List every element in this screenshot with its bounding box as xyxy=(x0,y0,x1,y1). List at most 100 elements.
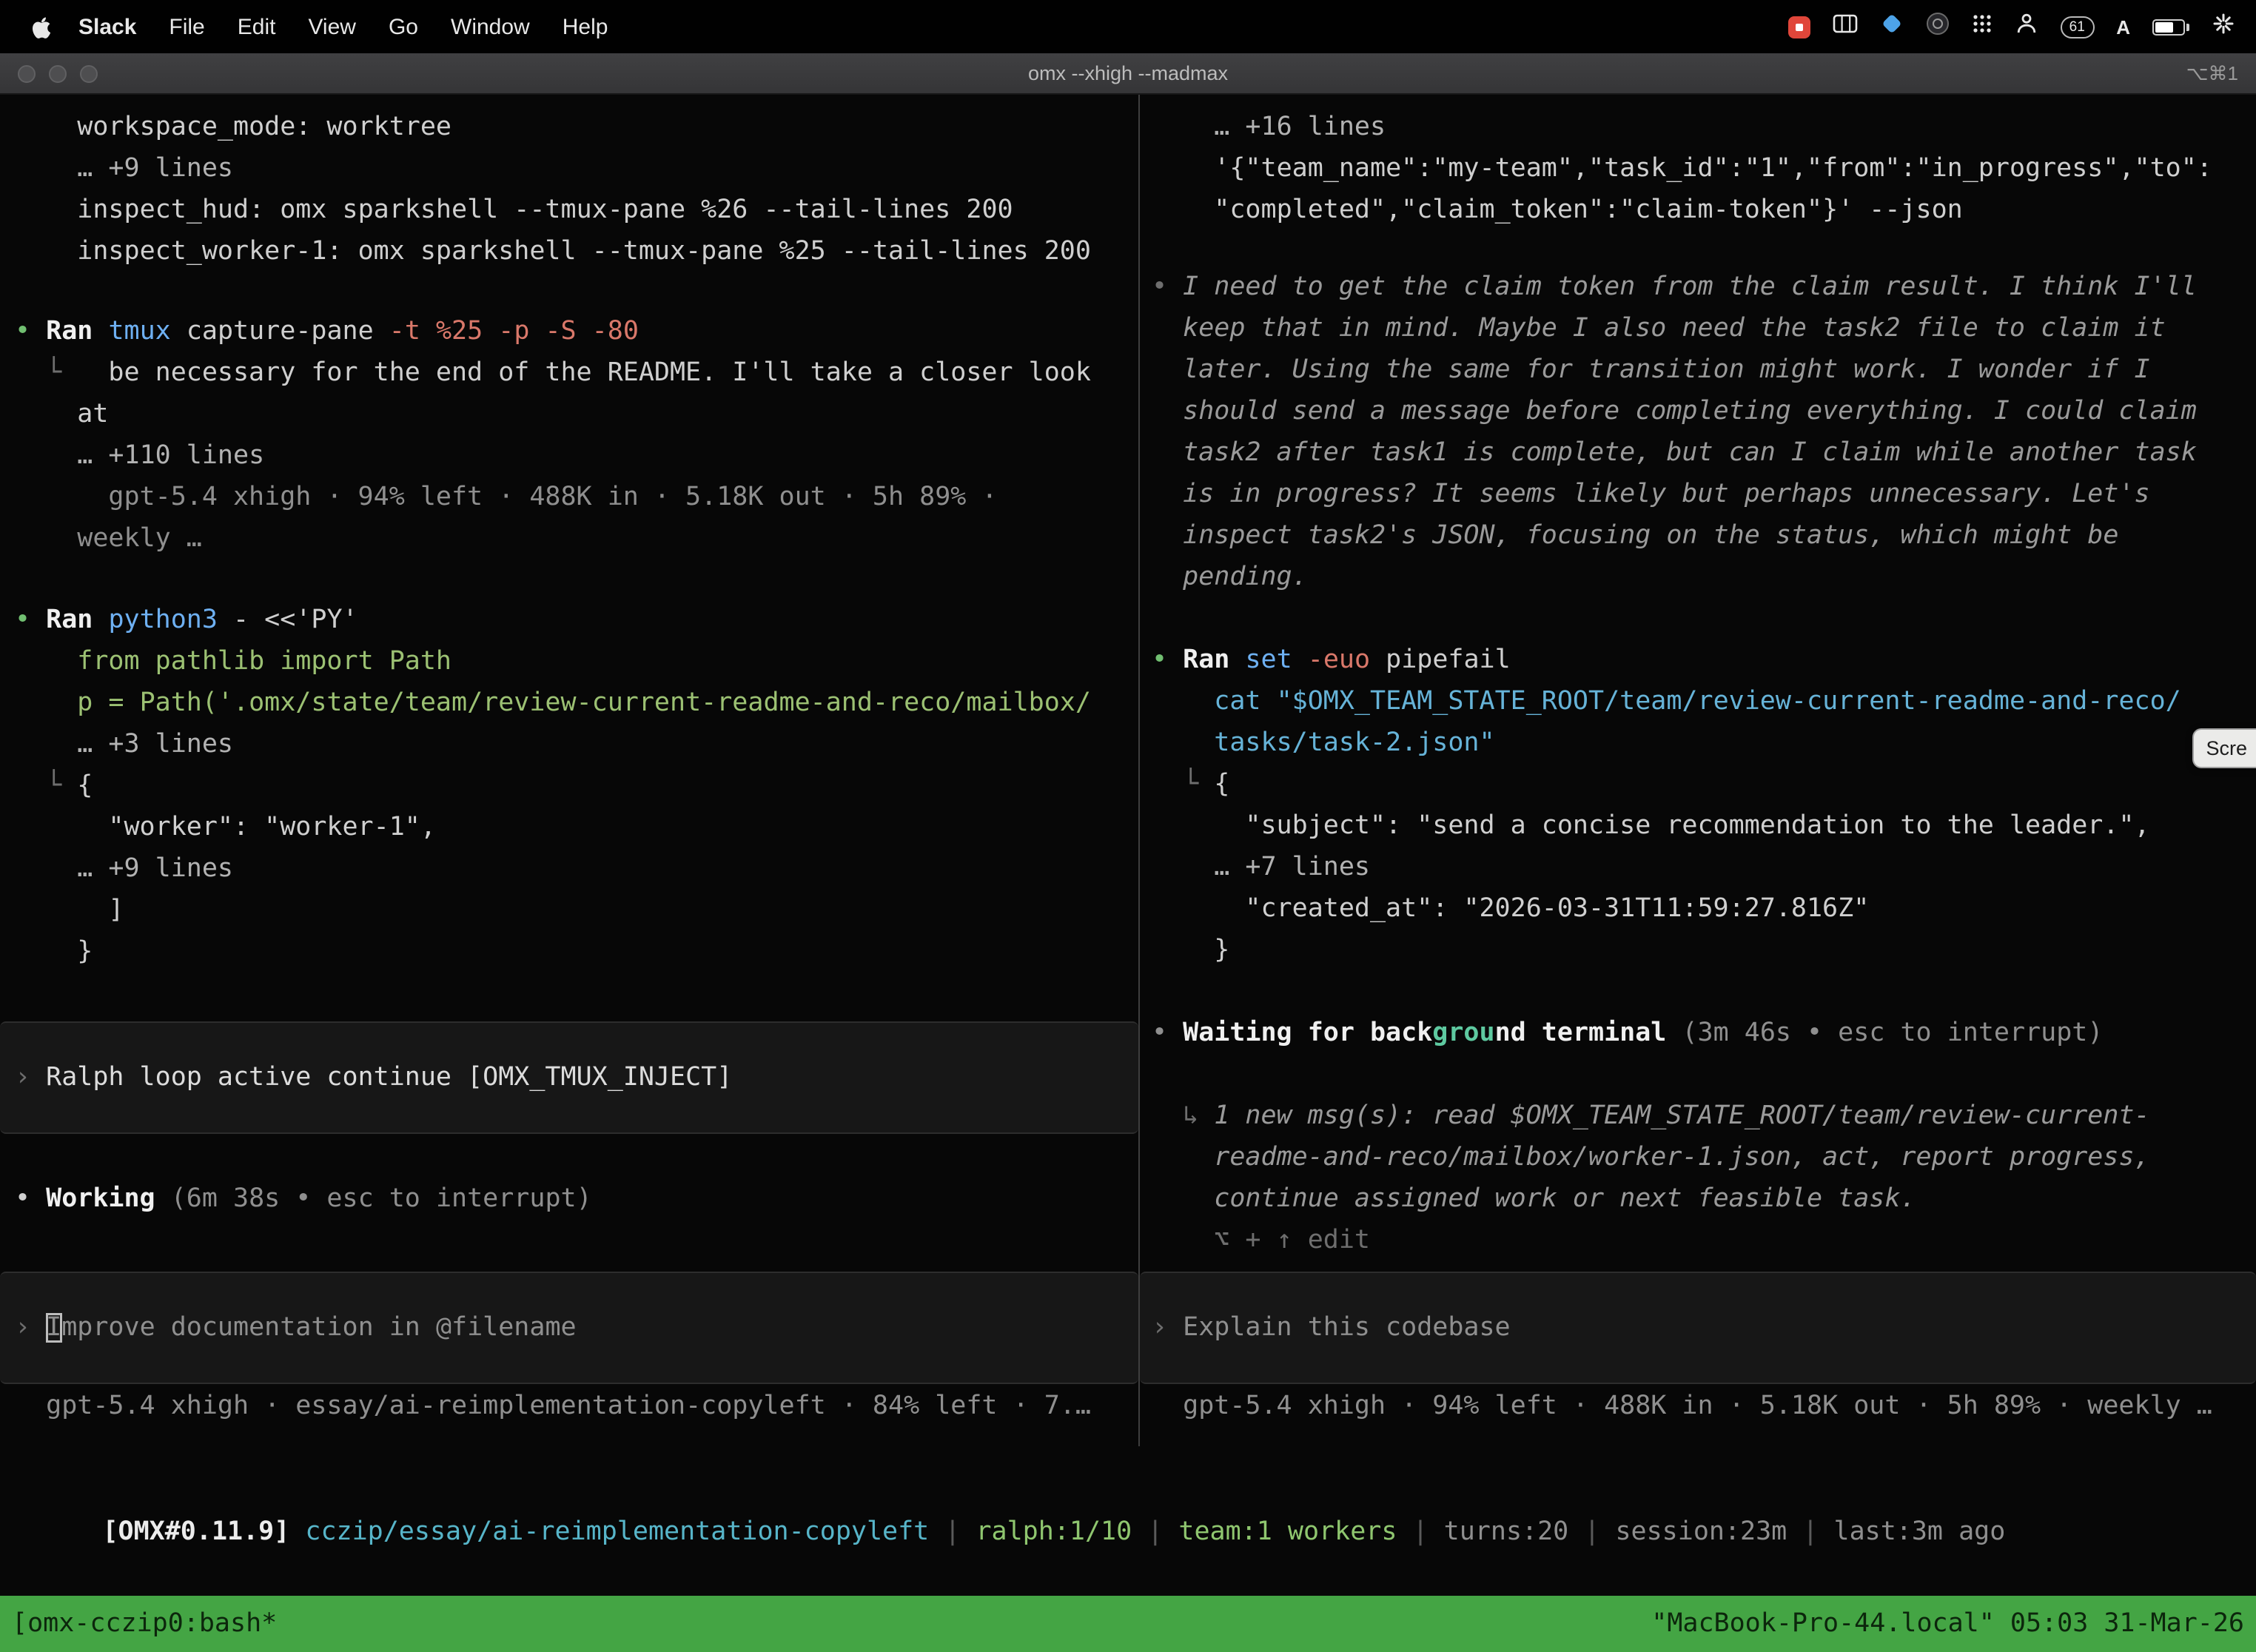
omx-session-time: session:23m xyxy=(1615,1517,1787,1547)
terminal-line: is in progress? It seems likely but perh… xyxy=(1152,474,2253,515)
edit-hint: ⌥ + ↑ edit xyxy=(1214,1226,1370,1255)
output-line: ] xyxy=(108,896,124,925)
terminal-line: inspect_worker-1: omx sparkshell --tmux-… xyxy=(15,231,1135,272)
terminal-line: keep that in mind. Maybe I also need the… xyxy=(1152,308,2253,349)
output-line: { xyxy=(1214,770,1229,799)
terminal-line: … +3 lines xyxy=(15,724,1135,765)
menu-edit[interactable]: Edit xyxy=(221,14,292,39)
working-detail: (6m 38s • esc to interrupt) xyxy=(171,1184,592,1214)
prompt-chevron-icon: › xyxy=(1152,1313,1183,1343)
ghost-suggestion-text: Explain this codebase xyxy=(1183,1313,1511,1343)
collapsed-lines-indicator: … +7 lines xyxy=(1214,853,1370,882)
bullet-icon: • xyxy=(15,311,46,352)
mailbox-note-line: readme-and-reco/mailbox/worker-1.json, a… xyxy=(1214,1143,2149,1172)
apple-menu-icon[interactable] xyxy=(24,14,62,39)
blue-app-icon[interactable] xyxy=(1879,12,1903,41)
terminal-line: gpt-5.4 xhigh · essay/ai-reimplementatio… xyxy=(15,1386,1135,1427)
code-line: cat "$OMX_TEAM_STATE_ROOT/team/review-cu… xyxy=(1214,687,2181,716)
terminal-line: weekly … xyxy=(15,518,1135,560)
menu-view[interactable]: View xyxy=(292,14,372,39)
prompt-chevron-icon: › xyxy=(15,1313,46,1343)
accessibility-person-icon[interactable] xyxy=(2014,12,2038,41)
prompt-input-left[interactable]: ›Improve documentation in @filename xyxy=(0,1272,1138,1384)
terminal-line: should send a message before completing … xyxy=(1152,391,2253,432)
thinking-block: •I need to get the claim token from the … xyxy=(1152,266,2253,598)
terminal-line: •Waiting for background terminal (3m 46s… xyxy=(1152,1013,2253,1054)
code-line: tasks/task-2.json" xyxy=(1214,728,1494,758)
terminal-line: "completed","claim_token":"claim-token"}… xyxy=(1152,189,2253,231)
app-grid-icon[interactable] xyxy=(1971,13,1992,40)
terminal-line: continue assigned work or next feasible … xyxy=(1152,1178,2253,1220)
terminal-line: at xyxy=(15,394,1135,435)
ran-tmux-capture-block: •Ran tmux capture-pane -t %25 -p -S -80 … xyxy=(15,311,1135,560)
prompt-chevron-icon: › xyxy=(15,1063,46,1092)
command-args: capture-pane xyxy=(187,317,389,346)
mailbox-note-line: continue assigned work or next feasible … xyxy=(1214,1184,1916,1214)
terminal-line: … +9 lines xyxy=(15,848,1135,890)
command-name: set xyxy=(1245,645,1307,675)
code-line: p = Path('.omx/state/team/review-current… xyxy=(77,688,1091,718)
menu-bar: Slack File Edit View Go Window Help xyxy=(0,0,2256,53)
ralph-inject-banner[interactable]: ›Ralph loop active continue [OMX_TMUX_IN… xyxy=(0,1021,1138,1134)
menu-window[interactable]: Window xyxy=(434,14,546,39)
bullet-icon: • xyxy=(15,1178,46,1220)
output-corner-icon: └ xyxy=(46,352,108,394)
prompt-input-right[interactable]: ›Explain this codebase xyxy=(1140,1272,2256,1384)
inject-banner-text: Ralph loop active continue [OMX_TMUX_INJ… xyxy=(46,1063,732,1092)
output-line: "subject": "send a concise recommendatio… xyxy=(1245,811,2149,841)
text-cursor: I xyxy=(46,1313,61,1343)
screenshot-notification[interactable]: Scre xyxy=(2192,728,2256,768)
menu-file[interactable]: File xyxy=(152,14,221,39)
usage-line: gpt-5.4 xhigh · 94% left · 488K in · 5.1… xyxy=(108,483,997,512)
waiting-detail: (3m 46s • esc to interrupt) xyxy=(1682,1018,2103,1048)
terminal-line: workspace_mode: worktree xyxy=(15,107,1135,148)
battery-percent-badge[interactable]: 61 xyxy=(2060,16,2094,38)
tmux-pane-left[interactable]: workspace_mode: worktree … +9 lines insp… xyxy=(0,95,1138,1446)
thinking-line: task2 after task1 is complete, but can I… xyxy=(1183,438,2197,468)
output-line: } xyxy=(1214,936,1229,965)
separator: | xyxy=(1787,1517,1833,1547)
terminal-line: ] xyxy=(15,890,1135,931)
menu-go[interactable]: Go xyxy=(372,14,434,39)
battery-icon[interactable] xyxy=(2152,19,2189,35)
bullet-icon: • xyxy=(15,600,46,641)
config-line: inspect_hud: omx sparkshell --tmux-pane … xyxy=(77,195,1013,225)
omx-status-bar: [OMX#0.11.9] cczip/essay/ai-reimplementa… xyxy=(9,1470,2005,1594)
screen-recording-icon[interactable] xyxy=(1787,16,1810,38)
output-line: } xyxy=(77,937,93,967)
output-line: { xyxy=(77,771,93,801)
terminal-line: └{ xyxy=(15,765,1135,807)
thinking-line: inspect task2's JSON, focusing on the st… xyxy=(1183,521,2118,551)
terminal-line: '{"team_name":"my-team","task_id":"1","f… xyxy=(1152,148,2253,189)
dark-circle-app-icon[interactable] xyxy=(1925,12,1949,41)
json-arg-tail-block: … +16 lines '{"team_name":"my-team","tas… xyxy=(1152,107,2253,231)
bullet-icon: • xyxy=(1152,1013,1183,1054)
terminal-line: readme-and-reco/mailbox/worker-1.json, a… xyxy=(1152,1137,2253,1178)
terminal-line: tasks/task-2.json" xyxy=(1152,722,2253,764)
terminal-line: … +7 lines xyxy=(1152,847,2253,888)
terminal-line: } xyxy=(1152,930,2253,971)
config-line: workspace_mode: worktree xyxy=(77,113,451,142)
command-args: - <<'PY' xyxy=(233,605,358,635)
fan-icon[interactable] xyxy=(2212,12,2235,41)
config-line: inspect_worker-1: omx sparkshell --tmux-… xyxy=(77,237,1091,266)
window-grid-icon[interactable] xyxy=(1832,13,1857,40)
menu-app-name[interactable]: Slack xyxy=(62,14,152,39)
input-source-icon[interactable]: A xyxy=(2116,16,2130,38)
menu-bar-left: Slack File Edit View Go Window Help xyxy=(0,14,624,39)
command-flags: -t %25 -p -S -80 xyxy=(389,317,639,346)
output-line: "completed","claim_token":"claim-token"}… xyxy=(1214,195,1962,225)
ran-python-block: •Ran python3 - <<'PY' from pathlib impor… xyxy=(15,600,1135,973)
menu-help[interactable]: Help xyxy=(546,14,625,39)
output-corner-icon: └ xyxy=(46,765,77,807)
screen: Slack File Edit View Go Window Help xyxy=(0,0,2256,1652)
separator: | xyxy=(1568,1517,1615,1547)
terminal-line: … +110 lines xyxy=(15,435,1135,477)
terminal-line: inspect task2's JSON, focusing on the st… xyxy=(1152,515,2253,557)
model-status-block: gpt-5.4 xhigh · essay/ai-reimplementatio… xyxy=(15,1386,1135,1427)
tmux-pane-right[interactable]: … +16 lines '{"team_name":"my-team","tas… xyxy=(1140,95,2256,1446)
terminal-line: later. Using the same for transition mig… xyxy=(1152,349,2253,391)
thinking-line: I need to get the claim token from the c… xyxy=(1183,272,2197,302)
omx-version: [OMX#0.11.9] xyxy=(102,1517,305,1547)
waiting-label: Waiting for back xyxy=(1183,1018,1432,1048)
